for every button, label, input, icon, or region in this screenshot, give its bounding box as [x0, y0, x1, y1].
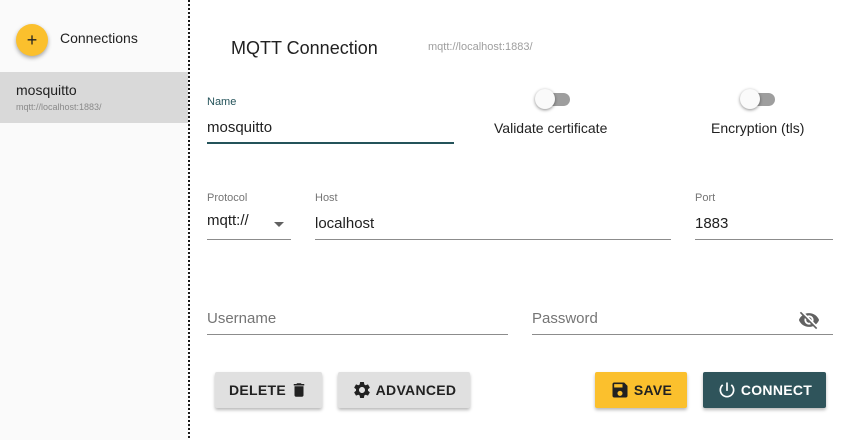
connect-label: CONNECT [740, 382, 813, 398]
connection-url: mqtt://localhost:1883/ [16, 102, 102, 112]
username-input[interactable] [207, 307, 508, 335]
sidebar-divider [188, 0, 190, 440]
connection-list-item[interactable]: mosquitto mqtt://localhost:1883/ [0, 72, 188, 123]
protocol-value: mqtt:// [207, 212, 249, 229]
delete-label: DELETE [228, 382, 287, 398]
power-icon [719, 382, 735, 398]
plus-icon: + [26, 30, 38, 50]
save-button[interactable]: SAVE [595, 372, 687, 408]
caret-down-icon [274, 222, 284, 227]
page-title: MQTT Connection [231, 38, 378, 58]
advanced-label: ADVANCED [375, 382, 457, 398]
validate-certificate-label: Validate certificate [494, 120, 608, 136]
connections-title: Connections [60, 30, 138, 46]
host-label: Host [315, 192, 338, 204]
delete-button[interactable]: DELETE [215, 372, 322, 408]
eye-off-icon[interactable] [797, 309, 821, 331]
connection-url-subtitle: mqtt://localhost:1883/ [428, 41, 533, 53]
connect-button[interactable]: CONNECT [703, 372, 826, 408]
advanced-button[interactable]: ADVANCED [338, 372, 470, 408]
encryption-toggle[interactable] [740, 89, 776, 109]
gear-icon [353, 382, 370, 398]
toggle-thumb [740, 89, 760, 109]
password-input[interactable] [532, 307, 833, 335]
save-label: SAVE [633, 382, 673, 398]
add-connection-button[interactable]: + [16, 24, 48, 56]
name-label: Name [207, 96, 237, 108]
port-label: Port [695, 192, 716, 204]
encryption-label: Encryption (tls) [711, 120, 805, 136]
host-input[interactable] [315, 212, 671, 240]
connections-sidebar: + Connections mosquitto mqtt://localhost… [0, 0, 188, 440]
floppy-disk-icon [612, 382, 628, 398]
connection-name: mosquitto [16, 82, 77, 98]
port-input[interactable] [695, 212, 833, 240]
validate-certificate-toggle[interactable] [535, 89, 571, 109]
toggle-thumb [535, 89, 555, 109]
protocol-label: Protocol [207, 192, 248, 204]
trash-icon [293, 383, 305, 397]
name-input[interactable] [207, 116, 454, 144]
